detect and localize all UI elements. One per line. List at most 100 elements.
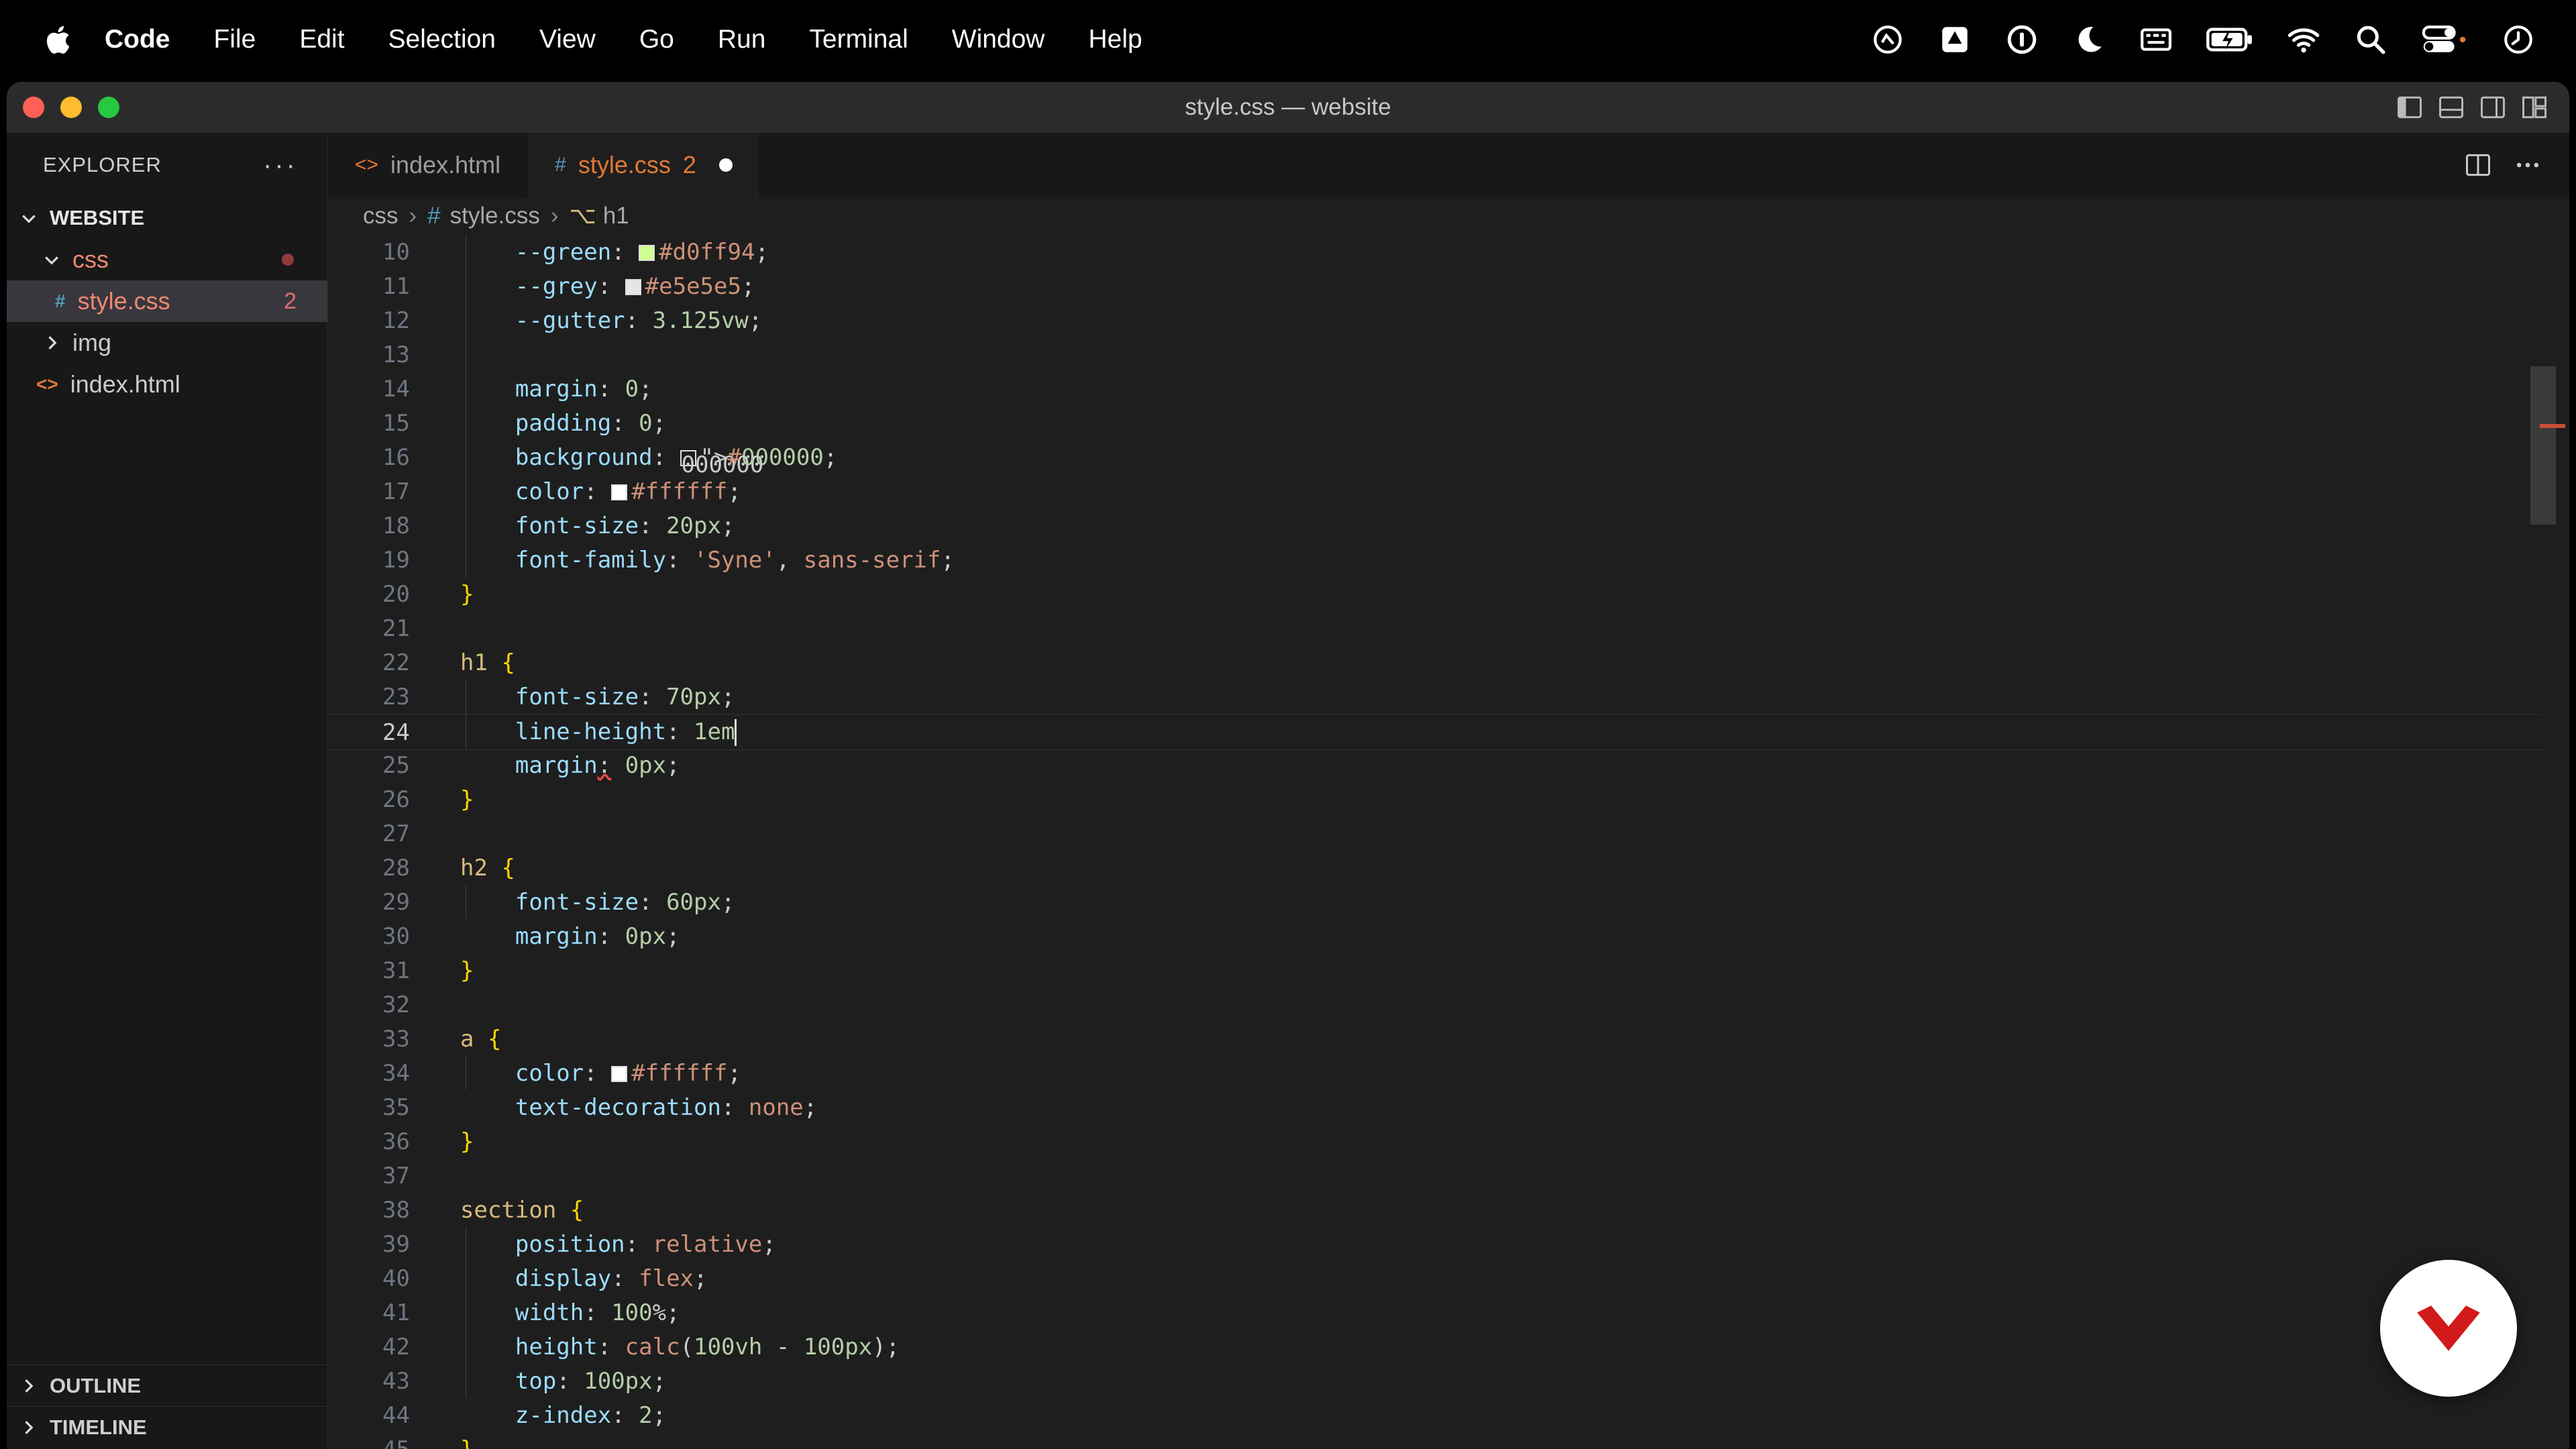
code-editor[interactable]: 10 --green: #d0ff94; 11 --grey: #e5e5e5; 1… <box>328 235 2569 1449</box>
unsaved-dot-icon[interactable] <box>718 158 733 172</box>
minimize-window-button[interactable] <box>60 97 82 118</box>
code-line[interactable]: 26} <box>328 782 2542 816</box>
search-icon[interactable] <box>2353 22 2388 57</box>
toggle-secondary-sidebar-icon[interactable] <box>2478 93 2508 122</box>
code-line[interactable]: 37 <box>328 1159 2542 1193</box>
shield-check-icon[interactable] <box>1870 22 1905 57</box>
code-line[interactable]: 27 <box>328 816 2542 851</box>
menu-selection[interactable]: Selection <box>388 25 496 54</box>
code-line[interactable]: 13 <box>328 337 2542 372</box>
code-line[interactable]: 19 font-family: 'Syne', sans-serif; <box>328 543 2542 577</box>
code-line[interactable]: 34 color: #ffffff; <box>328 1056 2542 1090</box>
one-password-icon[interactable] <box>2004 22 2039 57</box>
breadcrumb-folder[interactable]: css <box>363 203 398 229</box>
more-actions-icon[interactable]: ··· <box>263 150 298 180</box>
file-style-css[interactable]: # style.css 2 <box>7 280 327 322</box>
code-line[interactable]: 44 z-index: 2; <box>328 1398 2542 1432</box>
folder-img[interactable]: img <box>7 322 327 364</box>
menu-view[interactable]: View <box>539 25 596 54</box>
more-actions-icon[interactable] <box>2513 150 2542 180</box>
control-center-icon[interactable] <box>2420 22 2469 57</box>
code-line[interactable]: 42 height: calc(100vh - 100px); <box>328 1330 2542 1364</box>
code-text: } <box>460 957 474 984</box>
breadcrumb-symbol[interactable]: h1 <box>603 203 629 229</box>
line-number: 25 <box>382 751 410 779</box>
code-line[interactable]: 22 h1 { <box>328 645 2542 680</box>
menu-window[interactable]: Window <box>952 25 1045 54</box>
customize-layout-icon[interactable] <box>2520 93 2549 122</box>
toggle-primary-sidebar-icon[interactable] <box>2395 93 2424 122</box>
code-line[interactable]: 16 background: 000000">#000000; <box>328 440 2542 479</box>
code-line[interactable]: 29 font-size: 60px; <box>328 885 2542 919</box>
battery-icon[interactable] <box>2206 22 2254 57</box>
moon-icon[interactable] <box>2072 22 2106 57</box>
code-line[interactable]: 30 margin: 0px; <box>328 919 2542 953</box>
layout-controls <box>2383 93 2549 122</box>
code-text: font-size: 20px; <box>515 512 735 539</box>
workspace-root[interactable]: WEBSITE <box>7 197 327 239</box>
vertical-scrollbar-thumb[interactable] <box>2530 366 2556 525</box>
menu-run[interactable]: Run <box>718 25 766 54</box>
toggle-panel-icon[interactable] <box>2436 93 2466 122</box>
outline-section[interactable]: OUTLINE <box>7 1364 327 1407</box>
code-line[interactable]: 38 section { <box>328 1193 2542 1227</box>
code-line[interactable]: 41 width: 100%; <box>328 1295 2542 1330</box>
code-line[interactable]: 40 display: flex; <box>328 1261 2542 1295</box>
split-editor-icon[interactable] <box>2463 150 2493 180</box>
line-number: 17 <box>382 478 410 505</box>
menu-file[interactable]: File <box>214 25 256 54</box>
line-number: 20 <box>382 580 410 608</box>
code-line[interactable]: 18 font-size: 20px; <box>328 508 2542 543</box>
code-line[interactable]: 24 line-height: 1em <box>328 714 2542 751</box>
code-line[interactable]: 32 <box>328 987 2542 1022</box>
floating-app-button[interactable] <box>2380 1260 2517 1397</box>
code-line[interactable]: 17 color: #ffffff; <box>328 474 2542 508</box>
code-line[interactable]: 11 --grey: #e5e5e5; <box>328 269 2542 303</box>
status-icons <box>1838 0 2536 79</box>
menu-help[interactable]: Help <box>1088 25 1142 54</box>
breadcrumb-file[interactable]: style.css <box>450 203 540 229</box>
line-number: 27 <box>382 820 410 847</box>
menu-terminal[interactable]: Terminal <box>809 25 908 54</box>
line-number: 41 <box>382 1299 410 1326</box>
code-line[interactable]: 10 --green: #d0ff94; <box>328 235 2542 269</box>
code-line[interactable]: 25 margin: 0px; <box>328 748 2542 782</box>
tab-style-css[interactable]: # style.css 2 <box>528 133 760 197</box>
code-text: h1 { <box>460 649 515 676</box>
apple-icon[interactable] <box>43 23 71 56</box>
keyboard-icon[interactable] <box>2139 22 2174 57</box>
timeline-section[interactable]: TIMELINE <box>7 1406 327 1448</box>
code-line[interactable]: 21 <box>328 611 2542 645</box>
line-number: 44 <box>382 1401 410 1429</box>
code-line[interactable]: 23 font-size: 70px; <box>328 680 2542 714</box>
zoom-window-button[interactable] <box>98 97 119 118</box>
code-text: line-height: 1em <box>460 718 737 747</box>
clock-icon[interactable] <box>2501 22 2536 57</box>
code-line[interactable]: 12 --gutter: 3.125vw; <box>328 303 2542 337</box>
code-line[interactable]: 14 margin: 0; <box>328 372 2542 406</box>
code-line[interactable]: 15 padding: 0; <box>328 406 2542 440</box>
folder-css[interactable]: css <box>7 239 327 280</box>
code-line[interactable]: 45} <box>328 1432 2542 1449</box>
wifi-icon[interactable] <box>2286 22 2321 57</box>
line-number: 22 <box>382 649 410 676</box>
menu-edit[interactable]: Edit <box>299 25 344 54</box>
menu-go[interactable]: Go <box>639 25 674 54</box>
drive-icon[interactable] <box>1937 22 1972 57</box>
code-line[interactable]: 33 a { <box>328 1022 2542 1056</box>
code-line[interactable]: 43 top: 100px; <box>328 1364 2542 1398</box>
code-line[interactable]: 28 h2 { <box>328 851 2542 885</box>
file-index-html[interactable]: <> index.html <box>7 364 327 405</box>
close-window-button[interactable] <box>23 97 44 118</box>
tab-index-html[interactable]: <> index.html <box>328 133 529 197</box>
code-line[interactable]: 36} <box>328 1124 2542 1159</box>
code-line[interactable]: 39 position: relative; <box>328 1227 2542 1261</box>
chevron-right-icon: › <box>550 203 559 229</box>
code-text: width: 100%; <box>515 1299 680 1326</box>
code-line[interactable]: 31} <box>328 953 2542 987</box>
code-line[interactable]: 20} <box>328 577 2542 611</box>
line-number: 26 <box>382 786 410 813</box>
folder-img-label: img <box>72 329 112 356</box>
code-line[interactable]: 35 text-decoration: none; <box>328 1090 2542 1124</box>
menu-app-name[interactable]: Code <box>105 25 170 54</box>
